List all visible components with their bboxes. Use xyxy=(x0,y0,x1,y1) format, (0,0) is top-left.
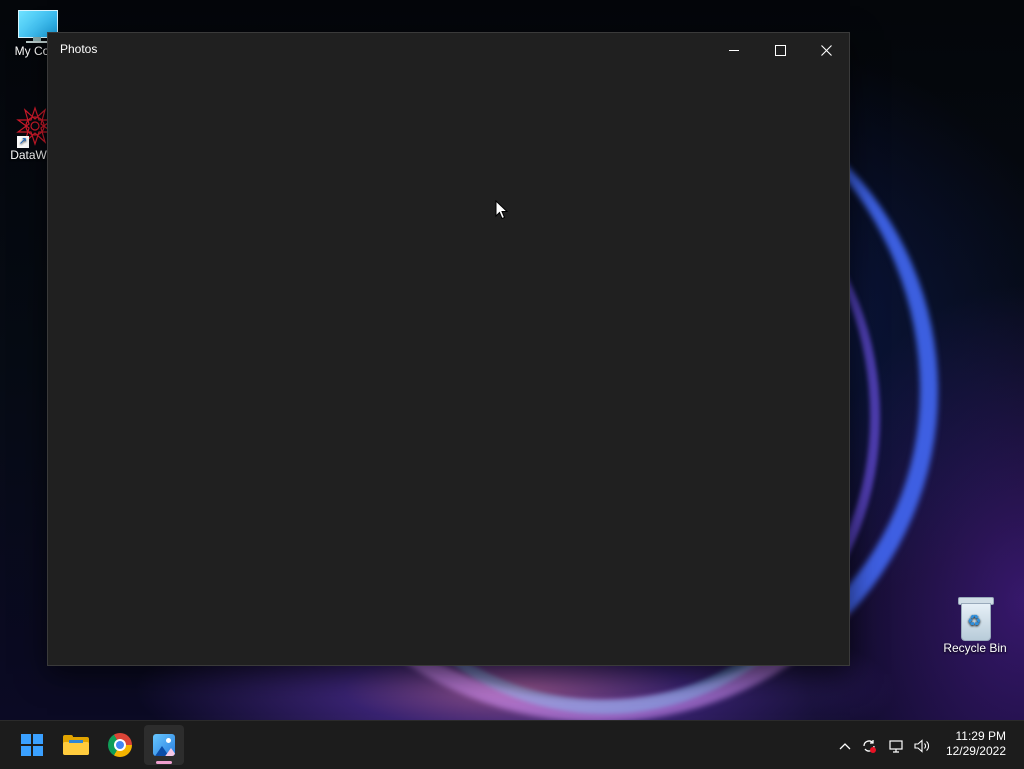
taskbar-photos[interactable] xyxy=(144,725,184,765)
window-content xyxy=(48,65,849,665)
active-app-indicator xyxy=(156,761,172,764)
error-dot-icon xyxy=(870,747,876,753)
recycle-bin-icon: ♻ xyxy=(958,597,994,641)
taskbar-start-button[interactable] xyxy=(12,725,52,765)
windows-start-icon xyxy=(21,734,43,756)
minimize-button[interactable] xyxy=(711,33,757,65)
desktop-icon-recycle-bin[interactable]: ♻ Recycle Bin xyxy=(936,597,1014,655)
show-hidden-icons-button[interactable] xyxy=(834,721,856,769)
volume-icon xyxy=(914,739,929,754)
taskbar-file-explorer[interactable] xyxy=(56,725,96,765)
sync-status-button[interactable] xyxy=(858,721,880,769)
title-bar[interactable]: Photos xyxy=(48,33,849,65)
window-title: Photos xyxy=(60,42,98,56)
taskbar-chrome[interactable] xyxy=(100,725,140,765)
maximize-button[interactable] xyxy=(757,33,803,65)
taskbar-clock[interactable]: 11:29 PM 12/29/2022 xyxy=(936,729,1006,759)
folder-icon xyxy=(63,735,89,755)
photos-window[interactable]: Photos xyxy=(47,32,850,666)
close-icon xyxy=(820,44,832,56)
photos-icon xyxy=(153,734,175,756)
chevron-up-icon xyxy=(839,743,851,750)
clock-date: 12/29/2022 xyxy=(945,744,1006,758)
maximize-icon xyxy=(774,44,786,56)
shortcut-arrow-icon: ↗ xyxy=(17,136,29,148)
network-button[interactable] xyxy=(884,721,908,769)
desktop-icon-label: Recycle Bin xyxy=(943,641,1007,655)
volume-button[interactable] xyxy=(910,721,934,769)
taskbar: 11:29 PM 12/29/2022 xyxy=(0,720,1024,769)
minimize-icon xyxy=(729,49,739,51)
clock-time: 11:29 PM xyxy=(955,729,1006,743)
chrome-icon xyxy=(108,733,132,757)
close-button[interactable] xyxy=(803,33,849,65)
network-icon xyxy=(889,740,903,753)
